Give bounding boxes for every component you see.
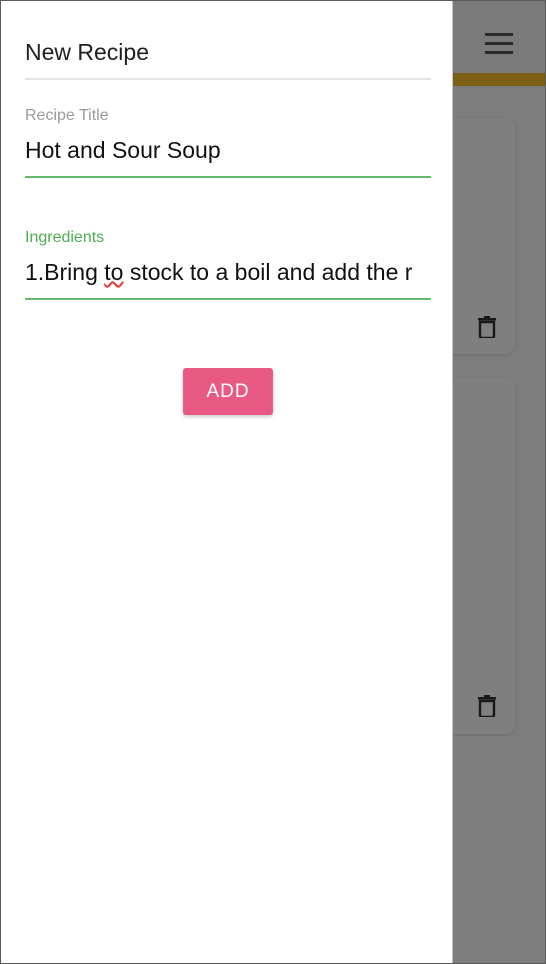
drawer-divider [25,78,431,80]
new-recipe-drawer: New Recipe Recipe Title Hot and Sour Sou… [1,1,453,963]
ingredients-text-start: 1.Bring [25,259,105,285]
recipe-title-underline [25,176,431,178]
ingredients-underline [25,298,431,300]
ingredients-text-rest: stock to a boil and add the r [123,259,413,285]
ingredients-field: Ingredients 1.Bring to stock to a boil a… [25,229,431,300]
ingredients-label: Ingredients [25,229,105,246]
app-viewport: New Recipe Recipe Title Hot and Sour Sou… [0,0,546,964]
recipe-title-field: Recipe Title Hot and Sour Soup [25,107,431,178]
recipe-title-label: Recipe Title [25,107,109,124]
misspelled-word: to [104,259,124,285]
add-button[interactable]: ADD [183,368,273,415]
ingredients-input[interactable]: 1.Bring to stock to a boil and add the r [25,259,431,298]
recipe-title-input[interactable]: Hot and Sour Soup [25,137,431,176]
drawer-title: New Recipe [25,39,149,65]
